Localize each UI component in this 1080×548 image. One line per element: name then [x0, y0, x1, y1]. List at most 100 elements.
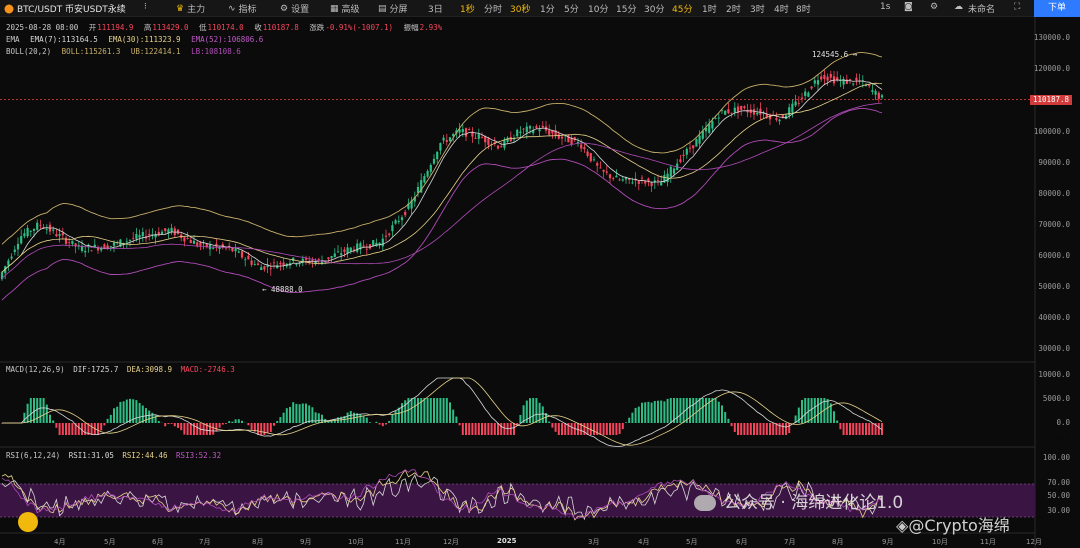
price-tick: 60000.0 [1038, 251, 1070, 260]
macd-histogram-bar [548, 421, 551, 423]
candle-body [496, 145, 500, 149]
candle-body [740, 105, 743, 110]
macd-histogram-bar [116, 406, 119, 423]
candle-body [541, 125, 544, 128]
candle-body [269, 268, 272, 270]
macd-histogram-bar [269, 423, 272, 433]
candle-body [829, 73, 832, 78]
time-tick: 5月 [104, 538, 116, 546]
macd-histogram-bar [189, 423, 192, 435]
candle-body [349, 247, 352, 251]
candle-body [730, 112, 733, 114]
boll-lower-band [1, 107, 883, 301]
macd-histogram-bar [477, 423, 480, 435]
macd-histogram-bar [26, 403, 29, 423]
macd-histogram-bar [100, 423, 103, 431]
candle-body [592, 159, 596, 161]
macd-histogram-bar [298, 404, 301, 423]
macd-histogram-bar [209, 423, 211, 435]
brand-watermark-text: @Crypto海绵 [908, 516, 1010, 535]
macd-histogram-bar [196, 423, 199, 435]
macd-histogram-bar [721, 405, 723, 423]
macd-histogram-bar [557, 423, 560, 435]
macd-histogram-bar [369, 422, 371, 423]
macd-histogram-bar [359, 414, 362, 423]
macd-histogram-bar [170, 423, 173, 424]
macd-histogram-bar [125, 399, 128, 423]
candle-body [260, 267, 263, 271]
time-tick: 2025 [497, 537, 517, 545]
macd-histogram-bar [180, 423, 183, 431]
candle-body [820, 76, 823, 80]
macd-histogram-bar [737, 423, 739, 435]
candlestick-chart[interactable] [0, 0, 1080, 548]
macd-histogram-bar [458, 423, 461, 426]
macd-histogram-bar [541, 406, 544, 423]
candle-body [365, 248, 368, 250]
candle-body [477, 134, 480, 139]
macd-histogram-bar [564, 423, 567, 435]
candle-body [621, 179, 624, 181]
macd-histogram-bar [634, 407, 637, 423]
candle-body [714, 118, 717, 119]
macd-histogram-bar [167, 423, 170, 425]
candle-body [727, 109, 730, 114]
candle-body [644, 181, 647, 184]
macd-histogram-bar [468, 423, 471, 435]
macd-histogram-bar [551, 423, 554, 428]
candle-body [717, 117, 720, 119]
macd-histogram-bar [711, 398, 714, 423]
time-tick: 7月 [784, 538, 796, 546]
candle-body [589, 153, 592, 162]
macd-histogram-bar [490, 423, 493, 435]
candle-body [256, 263, 260, 265]
floating-assistant-button[interactable] [18, 512, 38, 532]
time-tick: 5月 [686, 538, 698, 546]
macd-histogram-bar [65, 423, 67, 435]
macd-histogram-bar [500, 423, 503, 435]
wechat-icon [694, 495, 716, 511]
candle-body [868, 84, 871, 87]
macd-histogram-bar [855, 423, 858, 435]
time-tick: 9月 [882, 538, 894, 546]
macd-histogram-bar [141, 405, 144, 423]
candle-body [557, 134, 560, 139]
macd-histogram-bar [36, 398, 39, 423]
macd-histogram-bar [689, 398, 691, 423]
macd-histogram-bar [266, 423, 269, 434]
candle-body [10, 256, 13, 259]
wechat-watermark-text: 公众号 · 海绵进化论1.0 [724, 493, 904, 513]
price-tick: 40000.0 [1038, 313, 1070, 322]
candle-body [343, 249, 346, 252]
candle-body [708, 123, 711, 133]
macd-dea: DEA:3098.9 [126, 365, 173, 374]
candle-body [583, 147, 586, 150]
macd-histogram-bar [746, 423, 749, 435]
macd-histogram-bar [852, 423, 855, 435]
brand-watermark: ◈@Crypto海绵 [896, 512, 1010, 536]
candle-body [743, 106, 746, 109]
candle-body [400, 217, 404, 221]
candle-body [724, 110, 727, 115]
macd-histogram-bar [602, 423, 605, 435]
macd-histogram-bar [471, 423, 474, 435]
candle-body [20, 236, 23, 244]
macd-histogram-bar [586, 423, 589, 435]
macd-histogram-bar [292, 402, 295, 423]
macd-histogram-bar [138, 402, 141, 423]
rsi3-value: RSI3:52.32 [176, 451, 222, 460]
candle-body [733, 107, 736, 113]
candle-body [756, 112, 759, 115]
macd-histogram-bar [97, 423, 99, 435]
macd-histogram-bar [29, 398, 32, 423]
candle-body [250, 260, 253, 265]
candle-body [791, 103, 794, 113]
candle-body [432, 158, 436, 164]
macd-histogram-bar [765, 423, 768, 435]
ema7-line [1, 79, 883, 273]
macd-histogram-bar [177, 423, 179, 428]
candle-body [333, 253, 336, 257]
candle-body [586, 151, 589, 156]
macd-histogram-bar [762, 423, 765, 435]
candle-body [826, 76, 829, 81]
